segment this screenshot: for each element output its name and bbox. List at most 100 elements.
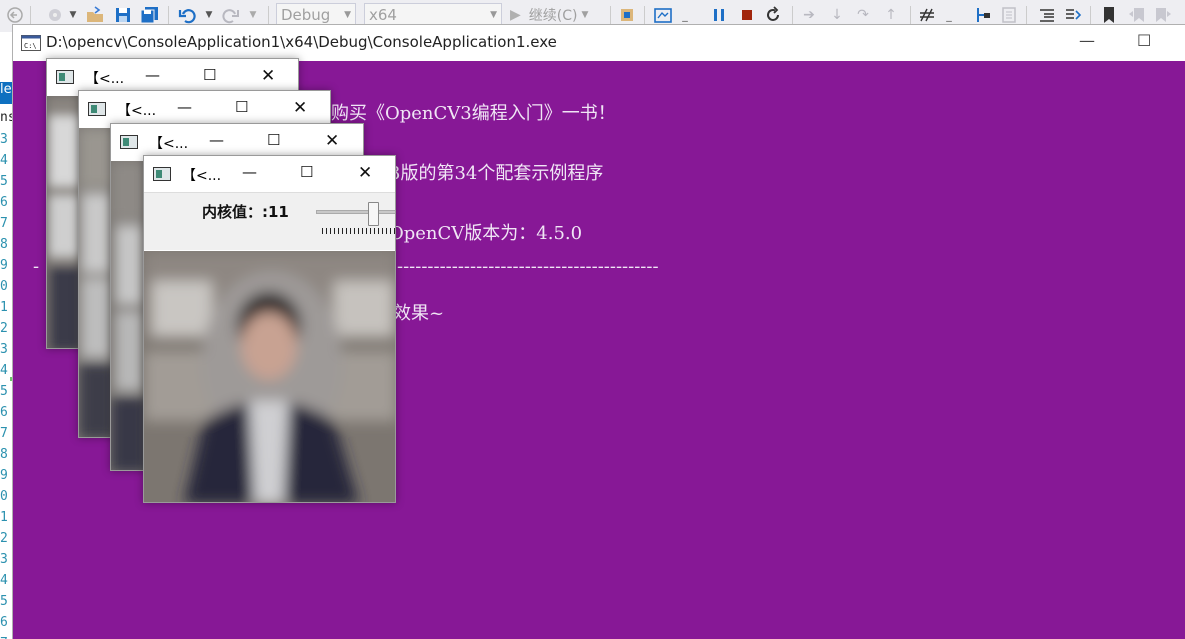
trackbar-thumb[interactable]: [368, 202, 379, 226]
hex-display-icon[interactable]: [916, 4, 938, 26]
cv-window-titlebar[interactable]: 【<... — ☐ ✕: [144, 156, 395, 192]
attach-process-icon[interactable]: [616, 4, 638, 26]
tab-fragment-text: le: [0, 82, 12, 97]
pause-icon[interactable]: [708, 4, 730, 26]
line-number: 5: [0, 174, 8, 189]
console-app-icon: C:\: [21, 35, 41, 51]
save-all-icon[interactable]: [138, 4, 162, 26]
line-number: 7: [0, 216, 8, 231]
line-number: 5: [0, 594, 8, 609]
trackbar-slider[interactable]: [316, 210, 395, 214]
cv-window-title: 【<...: [149, 136, 189, 152]
toolbar-separator: [910, 6, 911, 24]
show-next-statement-icon[interactable]: ➔: [798, 4, 820, 26]
cv-window-title: 【<...: [117, 103, 157, 119]
format-icon[interactable]: [1036, 4, 1058, 26]
console-title: D:\opencv\ConsoleApplication1\x64\Debug\…: [46, 33, 557, 51]
toolbar-separator: [168, 6, 169, 24]
toolbar-separator: [30, 6, 31, 24]
maximize-button[interactable]: ☐: [267, 131, 280, 149]
back-icon[interactable]: [6, 4, 24, 26]
line-number: 3: [0, 342, 8, 357]
line-number: 4: [0, 363, 8, 378]
minimize-button[interactable]: —: [1079, 31, 1095, 50]
toolbar-separator: [610, 6, 611, 24]
line-number: 3: [0, 132, 8, 147]
minimize-button[interactable]: —: [242, 163, 257, 181]
console-line: -: [33, 256, 40, 277]
close-button[interactable]: ✕: [358, 163, 372, 183]
maximize-button[interactable]: ☐: [235, 98, 248, 116]
line-number: 1: [0, 510, 8, 525]
close-button[interactable]: ✕: [261, 66, 275, 86]
line-number: 2: [0, 531, 8, 546]
stop-icon[interactable]: [736, 4, 758, 26]
editor-tab-fragment[interactable]: le: [0, 82, 12, 104]
dropdown-dash-icon[interactable]: _: [680, 4, 690, 26]
new-project-icon[interactable]: [44, 4, 66, 26]
console-line: 3版的第34个配套示例程序: [389, 163, 604, 184]
restart-icon[interactable]: [762, 4, 784, 26]
continue-label: 继续(C): [528, 8, 578, 24]
chevron-down-icon: ▼: [344, 10, 351, 20]
console-titlebar[interactable]: C:\ D:\opencv\ConsoleApplication1\x64\De…: [13, 25, 1185, 61]
cv-window-titlebar[interactable]: 【<... — ☐ ✕: [79, 91, 330, 127]
line-number: 6: [0, 615, 8, 630]
chevron-down-icon[interactable]: ▼: [68, 4, 78, 26]
thread-icon[interactable]: [972, 4, 994, 26]
save-icon[interactable]: [112, 4, 134, 26]
step-into-icon[interactable]: ↓: [826, 4, 848, 26]
cv-blur-window[interactable]: 【<... — ☐ ✕ 内核值：:11: [143, 155, 396, 503]
line-number: 8: [0, 447, 8, 462]
chevron-down-icon[interactable]: ▼: [248, 4, 258, 26]
next-bookmark-icon[interactable]: [1152, 4, 1174, 26]
open-folder-icon[interactable]: [84, 4, 106, 26]
chevron-down-icon: ▼: [581, 10, 589, 20]
line-number: 5: [0, 384, 8, 399]
trackbar-label: 内核值：:11: [202, 203, 289, 221]
play-icon: ▶: [510, 7, 521, 23]
image-window-icon: [120, 135, 138, 149]
toolbar-separator: [268, 6, 269, 24]
line-number: 9: [0, 468, 8, 483]
line-number: 0: [0, 489, 8, 504]
line-number: 0: [0, 279, 8, 294]
trackbar-ticks: [322, 228, 395, 234]
solution-fragment: ns: [0, 110, 12, 125]
chevron-down-icon[interactable]: ▼: [204, 4, 214, 26]
editor-gutter: le ns 3456789012345678901234567: [0, 32, 12, 639]
minimize-button[interactable]: —: [177, 98, 192, 116]
minimize-button[interactable]: —: [209, 131, 224, 149]
line-number: 6: [0, 195, 8, 210]
minimize-button[interactable]: —: [145, 66, 160, 84]
step-out-icon[interactable]: ↑: [880, 4, 902, 26]
configuration-value: Debug: [281, 6, 331, 24]
stack-frame-icon[interactable]: [998, 4, 1020, 26]
chevron-down-icon: ▼: [490, 10, 497, 20]
trackbar-panel: 内核值：:11: [144, 192, 395, 250]
cv-window-title: 【<...: [182, 168, 222, 184]
svg-text:C:\: C:\: [24, 42, 37, 50]
line-number: 2: [0, 321, 8, 336]
close-button[interactable]: ✕: [325, 131, 339, 151]
continue-button[interactable]: ▶ 继续(C) ▼: [510, 4, 606, 26]
close-button[interactable]: ✕: [293, 98, 307, 118]
line-number: 4: [0, 153, 8, 168]
maximize-button[interactable]: ☐: [1137, 31, 1151, 50]
maximize-button[interactable]: ☐: [203, 66, 216, 84]
image-window-icon: [153, 167, 171, 181]
comment-icon[interactable]: [1062, 4, 1084, 26]
console-line: OpenCV版本为：4.5.0: [389, 223, 583, 244]
blurred-photo: [144, 251, 395, 502]
line-number: 3: [0, 552, 8, 567]
maximize-button[interactable]: ☐: [300, 163, 313, 181]
dropdown-dash-icon[interactable]: _: [944, 4, 954, 26]
line-number: 8: [0, 237, 8, 252]
diagnostic-icon[interactable]: [652, 4, 674, 26]
undo-icon[interactable]: [176, 4, 198, 26]
redo-icon[interactable]: [220, 4, 242, 26]
toolbar-separator: [644, 6, 645, 24]
prev-bookmark-icon[interactable]: [1126, 4, 1148, 26]
step-over-icon[interactable]: ↷: [852, 4, 874, 26]
bookmark-icon[interactable]: [1098, 4, 1120, 26]
